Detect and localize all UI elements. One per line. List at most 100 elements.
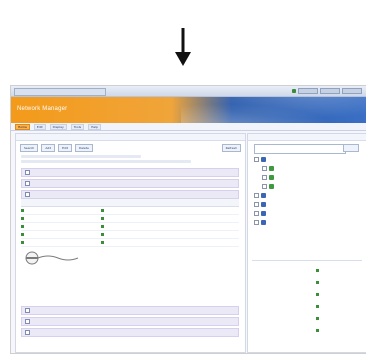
list-item[interactable] — [21, 168, 239, 177]
divider — [252, 260, 362, 261]
toolbar-button[interactable]: Edit — [58, 144, 72, 152]
nav-item[interactable]: Home — [15, 124, 30, 130]
nav-item[interactable]: Help — [88, 124, 101, 130]
table-cell — [101, 217, 143, 221]
event-status — [316, 292, 362, 296]
row-select-icon[interactable] — [21, 217, 24, 220]
address-bar[interactable] — [14, 88, 106, 96]
search-button[interactable] — [343, 144, 359, 152]
nav-item[interactable]: Edit — [33, 124, 46, 130]
folder-icon — [261, 210, 266, 216]
checkbox[interactable] — [25, 308, 30, 313]
status-icon — [316, 328, 319, 332]
tree-node[interactable] — [254, 219, 362, 225]
titlebar-chip[interactable] — [320, 88, 340, 94]
event-status — [316, 328, 362, 332]
app-window: Network Manager Home Edit Display Tools Help… — [10, 85, 366, 354]
checkbox[interactable] — [25, 192, 30, 197]
checkbox[interactable] — [25, 330, 30, 335]
status-icon — [101, 241, 104, 244]
right-panel-header — [248, 134, 366, 141]
filter-area — [21, 155, 239, 165]
content-area: Search Add Edit Delete Refresh — [11, 131, 366, 353]
table-cell — [21, 233, 33, 237]
refresh-button[interactable]: Refresh — [221, 144, 241, 152]
expand-icon[interactable] — [254, 156, 259, 162]
search-input[interactable] — [254, 144, 346, 154]
status-icon — [316, 316, 319, 320]
list-item[interactable] — [21, 328, 239, 337]
selection-list — [21, 168, 239, 199]
expand-icon[interactable] — [262, 183, 267, 189]
event-row[interactable] — [254, 316, 362, 328]
device-icon — [269, 174, 274, 180]
row-select-icon[interactable] — [21, 225, 24, 228]
checkbox[interactable] — [25, 319, 30, 324]
toolbar-button[interactable]: Add — [41, 144, 56, 152]
event-status — [316, 280, 362, 284]
row-select-icon[interactable] — [21, 241, 24, 244]
device-grid — [21, 198, 239, 247]
expand-icon[interactable] — [254, 219, 259, 225]
event-row[interactable] — [254, 280, 362, 292]
device-icon — [269, 165, 274, 171]
expand-icon[interactable] — [262, 174, 267, 180]
tree-node[interactable] — [262, 165, 362, 171]
table-cell — [101, 241, 143, 245]
bottom-list — [21, 306, 239, 351]
table-row[interactable] — [21, 231, 239, 239]
event-row[interactable] — [254, 268, 362, 280]
event-row[interactable] — [254, 328, 362, 340]
tree-node[interactable] — [262, 183, 362, 189]
table-cell — [101, 225, 143, 229]
checkbox[interactable] — [25, 181, 30, 186]
list-item[interactable] — [21, 306, 239, 315]
status-icon — [101, 209, 104, 212]
status-icon — [316, 268, 319, 272]
table-row[interactable] — [21, 223, 239, 231]
tree-node[interactable] — [262, 174, 362, 180]
folder-icon — [261, 219, 266, 225]
row-select-icon[interactable] — [21, 209, 24, 212]
row-select-icon[interactable] — [21, 233, 24, 236]
tree-node[interactable] — [254, 210, 362, 216]
nav-item[interactable]: Display — [49, 124, 67, 130]
expand-icon[interactable] — [254, 201, 259, 207]
list-item[interactable] — [21, 317, 239, 326]
titlebar-chip[interactable] — [342, 88, 362, 94]
grid-header — [21, 199, 239, 207]
toolbar-button[interactable]: Delete — [74, 144, 93, 152]
folder-icon — [261, 156, 266, 162]
table-row[interactable] — [21, 239, 239, 247]
folder-icon — [261, 192, 266, 198]
plug-icon — [25, 251, 79, 265]
status-icon — [101, 225, 104, 228]
status-icon — [101, 217, 104, 220]
tree-node[interactable] — [254, 156, 362, 162]
status-icon — [101, 233, 104, 236]
expand-icon[interactable] — [262, 165, 267, 171]
filter-line — [21, 160, 191, 163]
device-icon — [269, 183, 274, 189]
table-cell — [21, 209, 33, 213]
tree-node[interactable] — [254, 192, 362, 198]
toolbar-button[interactable]: Search — [20, 144, 39, 152]
event-row[interactable] — [254, 292, 362, 304]
tree-node[interactable] — [254, 201, 362, 207]
app-brand: Network Manager — [17, 106, 68, 112]
left-toolbar: Search Add Edit Delete Refresh — [20, 144, 241, 152]
expand-icon[interactable] — [254, 210, 259, 216]
tree-view — [254, 156, 362, 246]
expand-icon[interactable] — [254, 192, 259, 198]
checkbox[interactable] — [25, 170, 30, 175]
app-banner: Network Manager — [11, 97, 366, 123]
status-icon — [316, 280, 319, 284]
titlebar-chip[interactable] — [298, 88, 318, 94]
event-row[interactable] — [254, 304, 362, 316]
browser-titlebar — [11, 86, 366, 97]
nav-item[interactable]: Tools — [70, 124, 85, 130]
table-row[interactable] — [21, 207, 239, 215]
table-row[interactable] — [21, 215, 239, 223]
list-item[interactable] — [21, 179, 239, 188]
table-cell — [21, 225, 33, 229]
